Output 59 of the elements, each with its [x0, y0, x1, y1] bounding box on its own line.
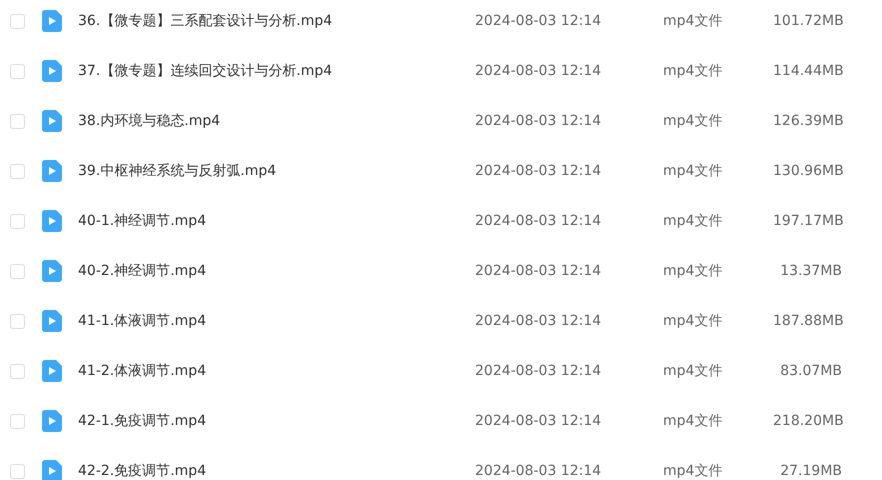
checkbox[interactable]	[10, 414, 25, 428]
file-name[interactable]: 42-2.免疫调节.mp4	[78, 462, 475, 480]
file-type: mp4文件	[663, 162, 724, 180]
file-type: mp4文件	[663, 312, 724, 330]
file-size: 27.19MB	[779, 463, 842, 479]
video-file-icon	[42, 410, 62, 432]
video-file-icon	[42, 360, 62, 382]
file-size: 218.20MB	[773, 413, 842, 429]
file-name[interactable]: 41-1.体液调节.mp4	[78, 312, 475, 330]
checkbox[interactable]	[10, 364, 25, 378]
file-type: mp4文件	[663, 262, 724, 280]
file-name[interactable]: 41-2.体液调节.mp4	[78, 362, 475, 380]
video-file-icon	[42, 60, 62, 82]
checkbox[interactable]	[10, 164, 25, 178]
file-size: 187.88MB	[773, 313, 842, 329]
checkbox[interactable]	[10, 14, 25, 28]
file-size: 83.07MB	[779, 363, 842, 379]
modified-date: 2024-08-03 12:14	[475, 413, 602, 429]
checkbox[interactable]	[10, 114, 25, 128]
file-name[interactable]: 42-1.免疫调节.mp4	[78, 412, 475, 430]
file-size: 114.44MB	[773, 63, 842, 79]
checkbox[interactable]	[10, 214, 25, 228]
modified-date: 2024-08-03 12:14	[475, 113, 602, 129]
file-size: 130.96MB	[773, 163, 842, 179]
file-size: 101.72MB	[773, 13, 842, 29]
file-name[interactable]: 37.【微专题】连续回交设计与分析.mp4	[78, 62, 475, 80]
checkbox[interactable]	[10, 464, 25, 478]
modified-date: 2024-08-03 12:14	[475, 213, 602, 229]
modified-date: 2024-08-03 12:14	[475, 463, 602, 479]
modified-date: 2024-08-03 12:14	[475, 263, 602, 279]
file-size: 126.39MB	[773, 113, 842, 129]
file-type: mp4文件	[663, 362, 724, 380]
modified-date: 2024-08-03 12:14	[475, 163, 602, 179]
modified-date: 2024-08-03 12:14	[475, 13, 602, 29]
file-type: mp4文件	[663, 212, 724, 230]
video-file-icon	[42, 160, 62, 182]
modified-date: 2024-08-03 12:14	[475, 363, 602, 379]
file-size: 197.17MB	[773, 213, 842, 229]
file-type: mp4文件	[663, 412, 724, 430]
video-file-icon	[42, 210, 62, 232]
file-size: 13.37MB	[779, 263, 842, 279]
file-name[interactable]: 39.中枢神经系统与反射弧.mp4	[78, 162, 475, 180]
file-name[interactable]: 38.内环境与稳态.mp4	[78, 112, 475, 130]
file-name[interactable]: 36.【微专题】三系配套设计与分析.mp4	[78, 12, 475, 30]
modified-date: 2024-08-03 12:14	[475, 63, 602, 79]
file-type: mp4文件	[663, 462, 724, 480]
video-file-icon	[42, 110, 62, 132]
checkbox[interactable]	[10, 314, 25, 328]
checkbox[interactable]	[10, 264, 25, 278]
file-type: mp4文件	[663, 112, 724, 130]
file-name[interactable]: 40-1.神经调节.mp4	[78, 212, 475, 230]
video-file-icon	[42, 310, 62, 332]
file-type: mp4文件	[663, 62, 724, 80]
file-type: mp4文件	[663, 12, 724, 30]
video-file-icon	[42, 260, 62, 282]
file-name[interactable]: 40-2.神经调节.mp4	[78, 262, 475, 280]
modified-date: 2024-08-03 12:14	[475, 313, 602, 329]
video-file-icon	[42, 10, 62, 32]
checkbox[interactable]	[10, 64, 25, 78]
